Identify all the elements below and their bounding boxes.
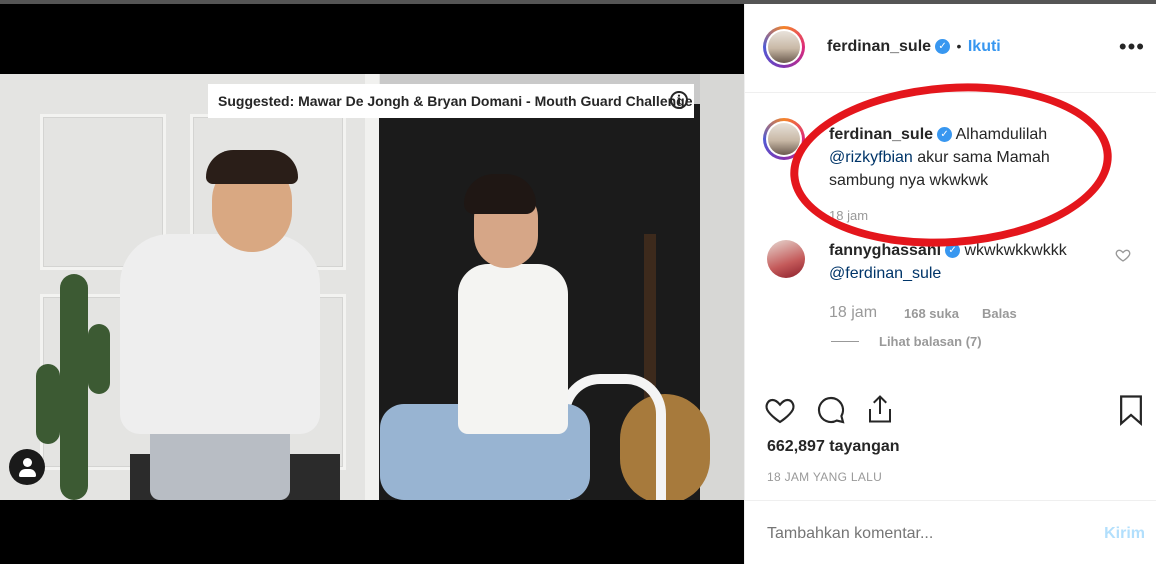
video-doorframe [365, 74, 379, 500]
user-tag-icon[interactable] [9, 449, 45, 485]
share-icon[interactable] [865, 392, 895, 431]
post-header: ferdinan_sule ✓ • Ikuti ••• [745, 4, 1156, 93]
bookmark-icon[interactable] [1118, 394, 1144, 431]
separator-dot: • [956, 38, 962, 54]
view-count[interactable]: 662,897 tayangan [767, 438, 900, 456]
person-hair [206, 150, 298, 184]
cactus [36, 364, 60, 444]
view-replies-button[interactable]: Lihat balasan (7) [879, 334, 982, 349]
video-player[interactable]: Suggested: Mawar De Jongh & Bryan Domani… [0, 4, 744, 564]
avatar[interactable] [763, 26, 805, 68]
post-timestamp: 18 JAM YANG LALU [767, 470, 883, 484]
person-top [458, 264, 568, 434]
follow-button[interactable]: Ikuti [968, 38, 1001, 55]
comment-input[interactable] [765, 519, 1069, 549]
commenter-avatar[interactable] [767, 240, 805, 278]
reply-button[interactable]: Balas [982, 306, 1017, 321]
person-hair [464, 174, 536, 214]
post-comment-button[interactable]: Kirim [1104, 525, 1145, 543]
comment-time: 18 jam [829, 304, 878, 321]
more-options-icon[interactable]: ••• [1119, 34, 1145, 60]
suggested-video-label: Suggested: Mawar De Jongh & Bryan Domani… [218, 93, 693, 109]
action-bar [745, 384, 1156, 426]
comment-likes[interactable]: 168 suka [904, 306, 959, 321]
post-username[interactable]: ferdinan_sule [827, 38, 931, 55]
like-comment-icon[interactable] [1115, 247, 1131, 268]
suggested-video-banner[interactable]: Suggested: Mawar De Jongh & Bryan Domani… [208, 84, 694, 118]
comment: fannyghassani ✓ wkwkwkkwkkk @ferdinan_sul… [829, 239, 1099, 285]
person-shirt [120, 234, 320, 434]
comment-text: wkwkwkkwkkk [964, 242, 1067, 259]
add-comment-bar: Kirim [745, 500, 1156, 565]
heart-icon[interactable] [763, 394, 797, 431]
replies-divider [831, 341, 859, 342]
video-frame[interactable] [0, 74, 744, 500]
comment-icon[interactable] [815, 394, 847, 431]
verified-icon: ✓ [935, 39, 951, 55]
comment-mention[interactable]: @ferdinan_sule [829, 265, 941, 282]
info-icon[interactable]: i [670, 91, 688, 109]
cactus [60, 274, 88, 500]
cactus [88, 324, 110, 394]
